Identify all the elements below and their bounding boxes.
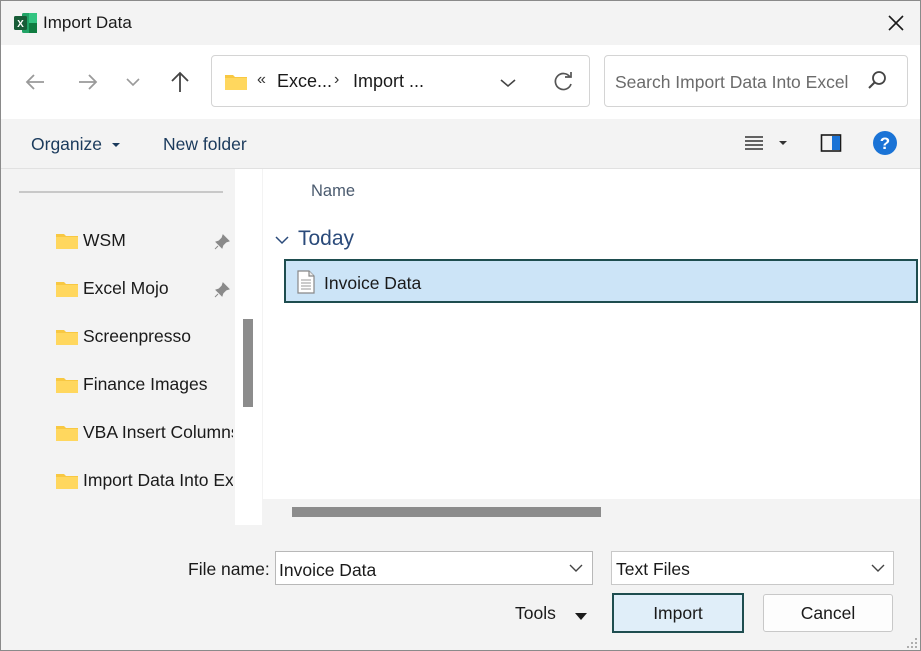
- back-button[interactable]: [20, 67, 50, 97]
- breadcrumb-import[interactable]: Import ...: [353, 71, 424, 92]
- folder-icon: [55, 472, 79, 495]
- excel-icon: X: [14, 12, 38, 34]
- arrow-up-icon: [171, 71, 189, 92]
- breadcrumb-separator: ›: [334, 71, 340, 88]
- folder-icon: [55, 328, 79, 351]
- nav-item-label: Import Data Into Excel: [83, 470, 233, 490]
- search-input[interactable]: Search Import Data Into Excel: [604, 55, 908, 107]
- file-list-pane: Name Today Invoice Data: [263, 169, 920, 525]
- nav-item-label: VBA Insert Columns: [83, 422, 233, 442]
- svg-text:?: ?: [880, 134, 890, 153]
- help-icon: ?: [873, 131, 897, 155]
- horizontal-scrollbar-thumb[interactable]: [292, 507, 601, 517]
- nav-scrollbar-thumb[interactable]: [243, 319, 253, 407]
- breadcrumb-excel[interactable]: Exce...: [277, 71, 332, 92]
- chevron-down-icon[interactable]: [275, 232, 289, 250]
- file-name: Invoice Data: [324, 273, 422, 293]
- nav-item-wsm[interactable]: WSM: [53, 226, 233, 256]
- command-bar: Organize New folder ?: [1, 119, 920, 169]
- preview-pane-icon: [820, 134, 842, 152]
- address-overflow[interactable]: «: [257, 71, 266, 89]
- preview-pane-button[interactable]: [820, 133, 842, 158]
- refresh-button[interactable]: [549, 68, 577, 96]
- folder-icon: [224, 73, 248, 96]
- file-name-value[interactable]: Invoice Data: [279, 560, 376, 581]
- list-view-icon: [745, 136, 787, 150]
- search-placeholder: Search Import Data Into Excel: [615, 72, 849, 92]
- address-dropdown-button[interactable]: [495, 70, 521, 96]
- svg-text:X: X: [17, 19, 24, 30]
- nav-item-finance-images[interactable]: Finance Images: [53, 370, 233, 400]
- file-type-select[interactable]: Text Files: [611, 551, 894, 585]
- file-name-label: File name:: [188, 559, 270, 579]
- arrow-right-icon: [79, 74, 98, 90]
- nav-item-label: WSM: [83, 230, 126, 250]
- file-name-field[interactable]: Invoice Data: [275, 551, 593, 585]
- search-icon[interactable]: [867, 69, 889, 96]
- nav-item-vba-insert-columns[interactable]: VBA Insert Columns: [53, 418, 233, 448]
- organize-menu[interactable]: Organize: [31, 134, 121, 155]
- folder-icon: [55, 232, 79, 255]
- chevron-down-icon: [569, 564, 583, 572]
- caret-down-icon[interactable]: [574, 608, 588, 626]
- folder-icon: [55, 280, 79, 303]
- folder-icon: [55, 424, 79, 447]
- cancel-button[interactable]: Cancel: [763, 594, 893, 632]
- recent-locations-button[interactable]: [118, 67, 148, 97]
- organize-label: Organize: [31, 134, 103, 154]
- refresh-icon: [554, 72, 572, 91]
- navigation-pane: WSM Excel Mojo Screenpresso Finance Imag…: [1, 169, 234, 525]
- up-button[interactable]: [165, 67, 195, 97]
- nav-item-screenpresso[interactable]: Screenpresso: [53, 322, 233, 352]
- file-type-value: Text Files: [616, 559, 690, 579]
- chevron-down-icon: [500, 79, 516, 88]
- tools-menu[interactable]: Tools: [515, 603, 556, 624]
- nav-item-import-data-into-excel[interactable]: Import Data Into Excel: [53, 466, 233, 496]
- chevron-down-icon: [871, 560, 885, 578]
- resize-grip-icon[interactable]: [906, 636, 918, 650]
- group-header-today[interactable]: Today: [298, 227, 354, 251]
- forward-button[interactable]: [73, 67, 103, 97]
- file-name-dropdown-button[interactable]: [569, 560, 583, 578]
- nav-divider: [19, 191, 223, 193]
- close-button[interactable]: [871, 1, 920, 45]
- pin-icon[interactable]: [213, 233, 231, 256]
- caret-down-icon: [111, 143, 120, 148]
- chevron-down-icon: [126, 78, 140, 87]
- import-button[interactable]: Import: [612, 593, 744, 633]
- column-header-name[interactable]: Name: [311, 182, 355, 201]
- new-folder-button[interactable]: New folder: [163, 134, 247, 155]
- pin-icon[interactable]: [213, 281, 231, 304]
- file-row-invoice-data[interactable]: Invoice Data: [284, 259, 918, 303]
- help-button[interactable]: ?: [872, 130, 898, 161]
- nav-item-label: Screenpresso: [83, 326, 191, 346]
- nav-item-label: Finance Images: [83, 374, 208, 394]
- import-data-dialog: X Import Data « Exce... › Import ... Sea…: [0, 0, 921, 651]
- nav-item-label: Excel Mojo: [83, 278, 169, 298]
- view-options-button[interactable]: [744, 133, 790, 158]
- arrow-left-icon: [25, 74, 44, 90]
- dialog-title: Import Data: [43, 13, 132, 32]
- folder-icon: [55, 376, 79, 399]
- text-file-icon: [296, 270, 316, 299]
- navigation-row: « Exce... › Import ... Search Import Dat…: [1, 45, 920, 119]
- close-icon: [887, 15, 904, 31]
- title-bar: X Import Data: [1, 1, 920, 45]
- nav-item-excel-mojo[interactable]: Excel Mojo: [53, 274, 233, 304]
- address-bar[interactable]: « Exce... › Import ...: [211, 55, 590, 107]
